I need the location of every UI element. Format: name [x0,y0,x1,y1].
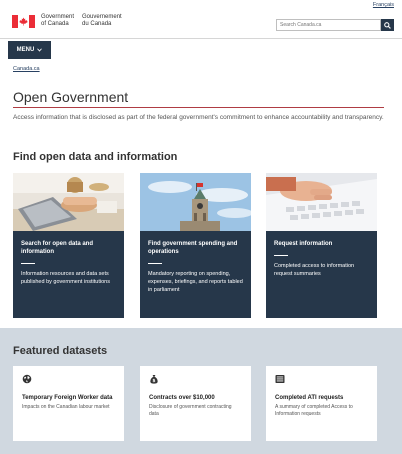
featured-description: A summary of completed Access to Informa… [275,403,353,417]
title-divider [13,107,384,108]
card-government-spending[interactable]: Find government spending and operations … [140,173,251,318]
menu-button[interactable]: MENU [8,41,51,59]
keyboard-typing-photo [266,173,377,231]
search-button[interactable] [381,19,394,31]
card-title: Search for open data and information [21,241,94,255]
brand-en-line1: Government [41,14,75,20]
featured-title: Contracts over $10,000 [149,395,215,401]
search-icon [384,21,391,29]
featured-description: Disclosure of government contracting dat… [149,403,232,417]
chevron-down-icon [37,48,43,52]
featured-completed-ati-requests[interactable]: Completed ATI requests A summary of comp… [266,366,377,441]
featured-heading: Featured datasets [13,345,108,357]
brand-fr-line1: Gouvernement [82,14,122,20]
svg-text:$: $ [152,378,155,384]
money-bag-icon: $ [150,375,158,384]
card-title: Find government spending and operations [148,241,238,255]
featured-contracts-over-10000[interactable]: $ Contracts over $10,000 Disclosure of g… [140,366,251,441]
featured-temporary-foreign-worker[interactable]: Temporary Foreign Worker data Impacts on… [13,366,124,441]
section-heading-find: Find open data and information [13,151,178,163]
site-search [276,19,394,31]
menu-bar: MENU [0,38,402,59]
peace-tower-photo [140,173,251,231]
featured-title: Completed ATI requests [275,395,344,401]
card-search-open-data[interactable]: Search for open data and information Inf… [13,173,124,318]
card-request-information[interactable]: Request information Completed access to … [266,173,377,318]
breadcrumb-home-link[interactable]: Canada.ca [13,66,40,72]
goc-signature[interactable]: Government of Canada Gouvernement du Can… [12,14,130,28]
featured-description: Impacts on the Canadian labour market [22,403,110,410]
page-title: Open Government [13,89,129,105]
card-divider [21,263,35,264]
menu-label: MENU [16,47,35,53]
canada-flag-icon [12,14,35,28]
card-divider [274,255,288,256]
card-description: Information resources and data sets publ… [21,271,110,285]
card-title: Request information [274,241,333,247]
page-lead: Access information that is disclosed as … [13,114,384,121]
card-description: Completed access to information request … [274,263,355,277]
card-divider [148,263,162,264]
featured-title: Temporary Foreign Worker data [22,395,113,401]
brand-en-line2: of Canada [41,21,69,27]
laptop-desk-photo [13,173,124,231]
brand-fr-line2: du Canada [82,21,112,27]
card-description: Mandatory reporting on spending, expense… [148,271,243,293]
globe-icon [22,374,32,384]
document-list-icon [275,375,285,383]
search-input[interactable] [276,19,381,31]
language-toggle-link[interactable]: Français [373,2,394,8]
